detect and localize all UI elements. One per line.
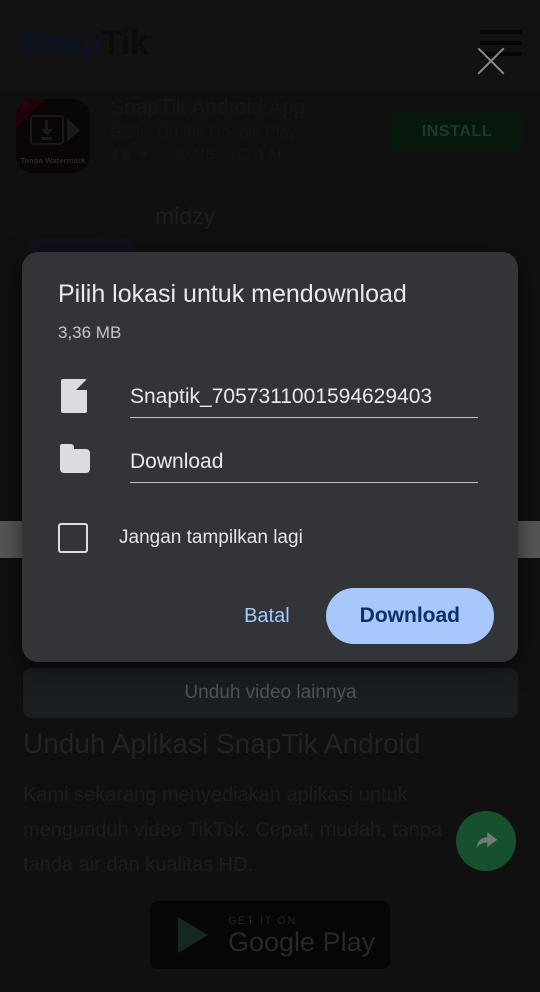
- dialog-title: Pilih lokasi untuk mendownload: [58, 280, 407, 308]
- share-arrow-icon: [476, 832, 498, 849]
- google-play-icon: [178, 917, 208, 953]
- close-icon[interactable]: [474, 44, 508, 78]
- get-it-on-label: GET IT ON: [228, 915, 298, 927]
- app-name: SnapTik Android App: [110, 96, 306, 119]
- share-fab-button[interactable]: [456, 811, 516, 871]
- watermark-label: Tanpa Watermark: [20, 156, 86, 165]
- dialog-file-size: 3,36 MB: [58, 323, 122, 342]
- promo-title: Unduh Aplikasi SnapTik Android: [23, 728, 421, 759]
- file-name-input[interactable]: Snaptik_7057311001594629403: [130, 374, 478, 418]
- download-arrow-icon: [41, 120, 53, 140]
- app-rating: 4.8: [110, 145, 131, 163]
- screen: SnapTik HD Tanpa Watermark SnapTik Andro…: [0, 0, 540, 992]
- download-button[interactable]: Download: [325, 588, 494, 644]
- dont-show-again-label: Jangan tampilkan lagi: [119, 527, 303, 548]
- app-meta: 4.8 ★ 20 MB ⊡ 1 M+: [110, 145, 291, 164]
- app-downloads: 1 M+: [256, 145, 291, 163]
- heart-icon: ♡: [97, 234, 107, 246]
- folder-row: Download: [58, 439, 494, 485]
- logo-snap-text: Snap: [20, 24, 102, 62]
- result-username: midzy: [155, 203, 216, 229]
- site-header: SnapTik: [0, 0, 540, 92]
- logo-tik-text: Tik: [101, 24, 149, 62]
- app-size: 20 MB: [172, 145, 216, 163]
- heart-icon: ♡: [108, 237, 118, 249]
- file-icon: [58, 378, 92, 414]
- cancel-button[interactable]: Batal: [226, 595, 308, 638]
- app-subtitle: GET - On the Google Play: [110, 124, 297, 141]
- folder-name-input[interactable]: Download: [130, 439, 478, 483]
- install-button[interactable]: INSTALL: [390, 113, 524, 150]
- file-name-value: Snaptik_7057311001594629403: [130, 385, 433, 408]
- star-icon: ★: [136, 146, 151, 163]
- hamburger-line: [480, 30, 522, 34]
- app-icon: HD Tanpa Watermark: [16, 99, 90, 173]
- file-name-row: Snaptik_7057311001594629403: [58, 374, 494, 420]
- download-location-dialog: Pilih lokasi untuk mendownload 3,36 MB S…: [22, 252, 518, 662]
- site-logo[interactable]: SnapTik: [20, 24, 149, 63]
- promo-body: Kami sekarang menyediakan aplikasi untuk…: [23, 784, 443, 876]
- downloads-icon: ⊡: [237, 146, 251, 163]
- folder-name-value: Download: [130, 450, 224, 473]
- google-play-badge[interactable]: GET IT ON Google Play: [150, 901, 390, 969]
- app-promo-banner[interactable]: HD Tanpa Watermark SnapTik Android App G…: [0, 96, 540, 174]
- folder-icon: [58, 443, 92, 479]
- more-downloads-button[interactable]: Unduh video lainnya: [23, 668, 518, 718]
- camera-lens-icon: [67, 118, 80, 142]
- dont-show-again-checkbox[interactable]: [58, 523, 88, 553]
- google-play-label: Google Play: [228, 927, 376, 957]
- dont-show-again-row[interactable]: Jangan tampilkan lagi: [58, 518, 303, 558]
- dialog-actions: Batal Download: [226, 588, 494, 644]
